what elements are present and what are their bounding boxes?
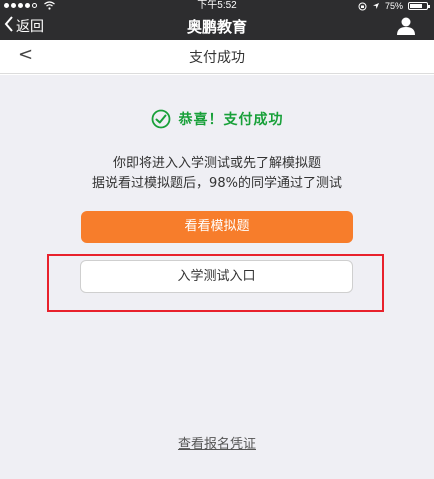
- page-title: 支付成功: [189, 50, 245, 66]
- battery-fill: [410, 4, 422, 8]
- view-registration-link[interactable]: 查看报名凭证: [0, 433, 434, 452]
- payment-success-screen: 下午5:52 75% 返回 奥鹏教育 < 支付成功 恭喜！支付成功 你即将进入入…: [0, 0, 434, 479]
- status-bar: 下午5:52 75%: [0, 0, 434, 12]
- app-title: 奥鹏教育: [186, 18, 247, 36]
- battery-percent: 75%: [384, 1, 403, 11]
- battery-icon: [408, 2, 430, 10]
- entrance-test-button[interactable]: 入学测试入口: [80, 260, 353, 293]
- wechat-nav: 返回 奥鹏教育: [0, 12, 434, 40]
- description-line-1: 你即将进入入学测试或先了解模拟题: [112, 156, 321, 171]
- success-banner: 恭喜！支付成功: [0, 109, 434, 129]
- description-line-2: 据说看过模拟题后，98%的同学通过了测试: [92, 176, 342, 191]
- location-icon: [372, 3, 379, 9]
- top-bar: 下午5:52 75% 返回 奥鹏教育: [0, 0, 434, 40]
- main-content: 恭喜！支付成功 你即将进入入学测试或先了解模拟题 据说看过模拟题后，98%的同学…: [0, 75, 434, 479]
- user-icon[interactable]: [396, 16, 416, 36]
- page-header: < 支付成功: [0, 40, 434, 74]
- status-right: 75%: [358, 0, 430, 12]
- view-mock-exam-button[interactable]: 看看模拟题: [81, 211, 353, 243]
- lock-rotation-icon: [358, 2, 367, 10]
- success-message: 恭喜！支付成功: [178, 112, 284, 128]
- check-circle-icon: [151, 109, 170, 129]
